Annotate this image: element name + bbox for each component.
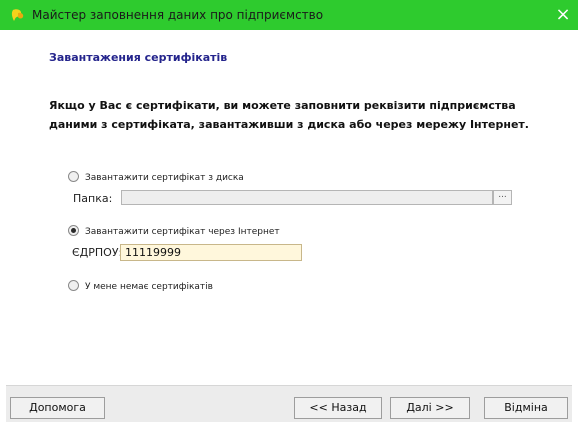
back-button[interactable]: << Назад [294, 397, 382, 419]
radio-no-certificates-indicator[interactable] [68, 280, 79, 291]
cancel-button[interactable]: Відміна [484, 397, 568, 419]
intro-line-1: Якщо у Вас є сертифікати, ви можете запо… [49, 99, 516, 112]
radio-from-disk-indicator[interactable] [68, 171, 79, 182]
close-icon[interactable]: × [548, 0, 578, 30]
edrpou-label: ЄДРПОУ: [72, 246, 123, 259]
folder-input[interactable] [121, 190, 493, 205]
step-title: Завантажения сертифікатів [49, 51, 228, 64]
radio-from-internet[interactable]: Завантажити сертифікат через Інтернет [68, 225, 280, 237]
browse-button[interactable]: ... [493, 190, 512, 205]
intro-text: Якщо у Вас є сертифікати, ви можете запо… [49, 96, 549, 134]
help-button[interactable]: Допомога [10, 397, 105, 419]
radio-from-disk-label: Завантажити сертифікат з диска [85, 173, 244, 183]
radio-from-internet-indicator[interactable] [68, 225, 79, 236]
radio-no-certificates-label: У мене немає сертифікатів [85, 282, 213, 292]
window-title: Майстер заповнення даних про підприємств… [32, 8, 324, 22]
edrpou-input[interactable]: 11119999 [120, 244, 302, 261]
folder-label: Папка: [73, 192, 113, 205]
app-logo-icon [11, 9, 24, 21]
wizard-content [6, 30, 572, 386]
radio-no-certificates[interactable]: У мене немає сертифікатів [68, 280, 213, 292]
title-bar: Майстер заповнення даних про підприємств… [0, 0, 578, 30]
intro-line-2: даними з сертифіката, завантаживши з дис… [49, 118, 529, 131]
radio-from-internet-label: Завантажити сертифікат через Інтернет [85, 227, 280, 237]
next-button[interactable]: Далі >> [390, 397, 470, 419]
radio-from-disk[interactable]: Завантажити сертифікат з диска [68, 171, 244, 183]
